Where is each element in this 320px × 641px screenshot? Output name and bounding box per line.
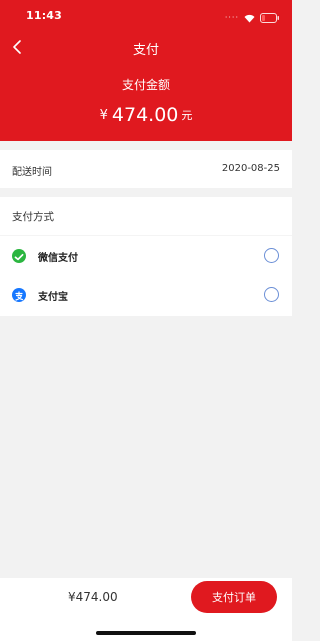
radio-button[interactable] xyxy=(264,248,279,263)
home-indicator xyxy=(96,631,196,635)
payment-option-wechat[interactable]: 微信支付 xyxy=(0,235,292,275)
footer-bar: ¥474.00 支付订单 xyxy=(0,578,292,641)
delivery-time-label: 配送时间 xyxy=(12,167,52,178)
status-icons: ···· xyxy=(225,8,280,27)
header: 11:43 ···· 支付 支付金额 ¥474.00 元 xyxy=(0,0,292,141)
wechat-pay-icon xyxy=(12,249,26,263)
radio-button[interactable] xyxy=(264,287,279,302)
status-time: 11:43 xyxy=(26,9,63,22)
battery-icon xyxy=(260,8,280,27)
amount-label: 支付金额 xyxy=(121,78,170,92)
page-title: 支付 xyxy=(132,43,159,58)
amount-display: ¥474.00 元 xyxy=(0,106,292,125)
delivery-time-row: 配送时间 2020-08-25 xyxy=(0,150,292,188)
pay-order-button[interactable]: 支付订单 xyxy=(191,581,277,613)
payment-method-card: 支付方式 微信支付 支付宝 xyxy=(0,197,292,316)
payment-option-label: 支付宝 xyxy=(38,292,68,303)
delivery-time-value: 2020-08-25 xyxy=(221,163,280,174)
payment-method-title: 支付方式 xyxy=(12,211,54,223)
currency-symbol: ¥ xyxy=(99,108,108,123)
nav-bar: 支付 xyxy=(0,32,292,64)
payment-option-alipay[interactable]: 支付宝 xyxy=(0,275,292,315)
footer-total: ¥474.00 xyxy=(68,590,118,604)
status-bar: 11:43 ···· xyxy=(0,0,292,32)
signal-dots-icon: ···· xyxy=(224,13,239,22)
payment-screen: 11:43 ···· 支付 支付金额 ¥474.00 元 配送时间 2020-08… xyxy=(0,0,292,641)
alipay-icon xyxy=(12,288,26,302)
payment-option-label: 微信支付 xyxy=(38,253,78,264)
amount-value: 474.00 xyxy=(111,104,179,126)
wifi-icon xyxy=(244,8,255,27)
amount-unit: 元 xyxy=(181,109,193,122)
